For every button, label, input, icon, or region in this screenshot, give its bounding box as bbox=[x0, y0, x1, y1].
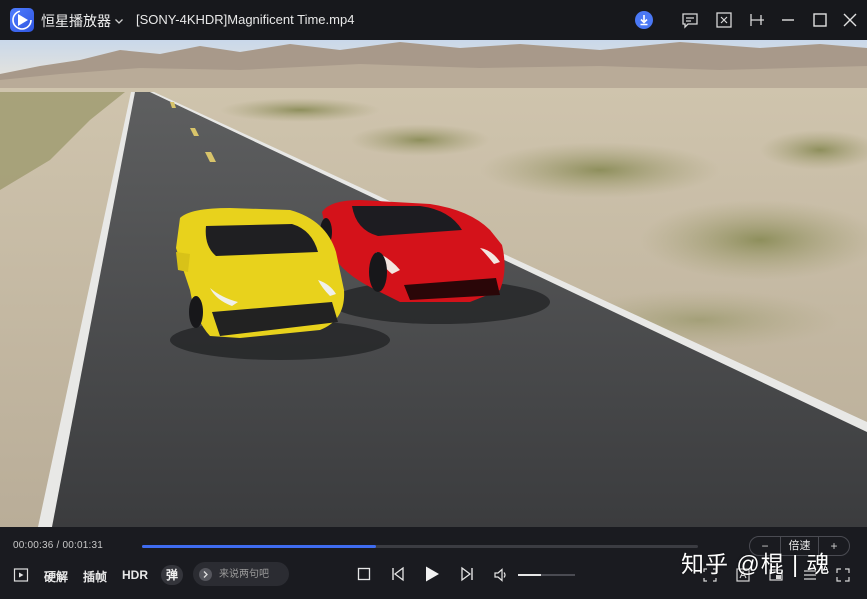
title-bar: 恒星播放器 [SONY-4KHDR]Magnificent Time.mp4 bbox=[0, 0, 867, 40]
message-icon[interactable] bbox=[680, 10, 700, 30]
danmu-toggle-button[interactable]: 弹 bbox=[161, 565, 183, 585]
pin-icon[interactable] bbox=[747, 10, 767, 30]
playlist-icon[interactable] bbox=[13, 567, 29, 583]
maximize-icon[interactable] bbox=[810, 10, 830, 30]
hdr-button[interactable]: HDR bbox=[122, 568, 148, 582]
time-total: 00:01:31 bbox=[62, 540, 103, 551]
hardware-decode-button[interactable]: 硬解 bbox=[44, 568, 68, 585]
minimize-icon[interactable] bbox=[778, 10, 798, 30]
fullscreen-icon[interactable] bbox=[836, 568, 850, 582]
app-logo-icon[interactable] bbox=[10, 8, 34, 32]
chevron-down-icon[interactable] bbox=[114, 13, 124, 31]
chevron-right-icon bbox=[199, 568, 212, 581]
file-title: [SONY-4KHDR]Magnificent Time.mp4 bbox=[136, 12, 355, 27]
download-icon[interactable] bbox=[634, 10, 654, 30]
video-frame[interactable] bbox=[0, 40, 867, 527]
time-current: 00:00:36 bbox=[13, 540, 54, 551]
volume-slider[interactable] bbox=[518, 574, 575, 576]
volume-icon[interactable] bbox=[493, 567, 509, 583]
yellow-car bbox=[176, 208, 345, 338]
close-icon[interactable] bbox=[840, 10, 860, 30]
previous-icon[interactable] bbox=[390, 566, 406, 582]
next-icon[interactable] bbox=[459, 566, 475, 582]
fullscreen-exit-icon[interactable] bbox=[714, 10, 734, 30]
progress-fill bbox=[142, 545, 376, 548]
play-icon[interactable] bbox=[423, 565, 441, 583]
volume-fill bbox=[518, 574, 541, 576]
time-display: 00:00:36 / 00:01:31 bbox=[13, 540, 103, 551]
watermark: 知乎 @棍 | 魂 bbox=[681, 551, 831, 577]
frame-interpolation-button[interactable]: 插帧 bbox=[83, 568, 107, 585]
stop-icon[interactable] bbox=[357, 567, 371, 581]
progress-bar[interactable] bbox=[142, 545, 698, 548]
app-name[interactable]: 恒星播放器 bbox=[41, 11, 111, 31]
